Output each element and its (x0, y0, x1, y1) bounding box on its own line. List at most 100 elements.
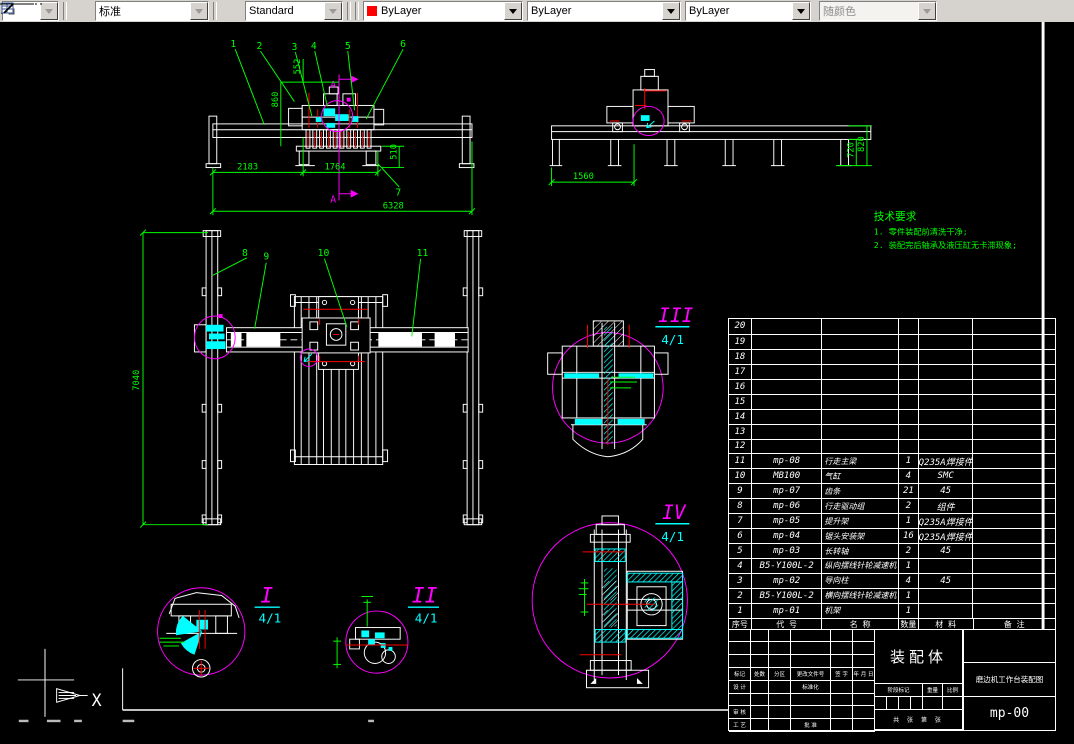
sheet-count-label: 共 张 第 张 (875, 710, 963, 730)
dim-style-dropdown[interactable]: 标准 (95, 1, 209, 21)
revision-cell (791, 655, 831, 668)
bom-cell-name (822, 378, 899, 394)
revision-cell (769, 642, 791, 656)
revision-cell (853, 655, 875, 668)
bom-cell-remark (973, 558, 1055, 573)
command-line-fragments (18, 719, 374, 723)
linetype-dropdown[interactable]: ByLayer (0, 1, 681, 21)
bom-cell-qty (898, 333, 919, 349)
bom-cell-material (918, 393, 974, 409)
bom-cell-code: mp-01 (751, 602, 823, 618)
front-elevation-view (205, 86, 475, 169)
linetype-dropdown-arrow[interactable] (662, 2, 680, 20)
svg-text:860: 860 (271, 92, 281, 108)
bom-cell-remark (973, 363, 1055, 379)
bom-cell-material (918, 602, 974, 618)
revision-cell (831, 680, 853, 694)
crosshair-cursor[interactable] (17, 648, 75, 717)
side-elevation-view (549, 69, 872, 167)
bom-parts-table: 20 19 18 17 16 15 14 13 12 11 mp-08 行走主梁 1 Q235A焊接件 10… (728, 318, 1056, 631)
bom-cell-no: 18 (729, 348, 752, 364)
bom-row: 4 B5-Y100L-2 纵向摆线针轮减速机 1 (729, 558, 1055, 573)
bom-cell-code (752, 319, 823, 334)
bom-cell-qty (899, 319, 919, 334)
bom-cell-remark (973, 378, 1055, 394)
bom-cell-remark (973, 423, 1055, 439)
bom-cell-remark (973, 348, 1055, 364)
dim-style-button[interactable] (1, 2, 92, 20)
bom-cell-qty: 1 (898, 602, 919, 618)
revision-cell (751, 693, 769, 707)
bom-cell-no: 20 (729, 319, 752, 334)
unnamed-dropdown-arrow[interactable] (40, 2, 58, 20)
svg-text:4: 4 (311, 41, 317, 52)
bom-cell-material (918, 558, 974, 573)
bom-cell-no: 9 (729, 483, 752, 499)
bom-cell-remark (973, 468, 1055, 483)
revision-cell (831, 655, 853, 668)
bom-cell-remark (973, 528, 1055, 543)
color-dropdown-arrow[interactable] (504, 2, 522, 20)
bom-cell-name (822, 333, 899, 349)
bom-row: 14 (729, 408, 1055, 424)
bom-cell-material (918, 378, 974, 394)
bom-cell-name: 气缸 (822, 468, 899, 484)
bom-cell-name (822, 319, 899, 334)
bom-cell-material (918, 348, 974, 364)
svg-text:8: 8 (242, 248, 248, 259)
bom-cell-qty: 16 (898, 528, 919, 544)
revision-cell (853, 629, 875, 643)
bom-row: 5 mp-03 长转轴 2 45 (729, 543, 1055, 558)
bom-cell-material: Q235A焊接件 (918, 528, 974, 544)
bom-cell-material (918, 423, 974, 439)
bom-cell-name: 行走主梁 (822, 453, 899, 469)
bom-cell-no: 4 (729, 558, 752, 573)
revision-cell (791, 629, 831, 643)
revision-cell: 年 月 日 (853, 667, 875, 681)
bom-cell-code (751, 438, 823, 454)
bom-cell-name (822, 438, 899, 454)
revision-cell: 审 核 (729, 706, 751, 720)
material-mark-cell (964, 630, 1055, 663)
scale-label: 比例 (943, 684, 963, 697)
bom-cell-material: 45 (918, 543, 974, 558)
revision-cell (853, 693, 875, 707)
bom-row: 16 (729, 378, 1055, 394)
text-style-button[interactable] (1, 2, 242, 20)
detail-IV-label: IV (662, 501, 687, 524)
drawing-viewport[interactable]: A A 1 2 3 4 5 6 7 552 860 510 2183 1764 … (0, 22, 1074, 744)
bom-cell-material: SMC (918, 468, 974, 484)
text-style-dropdown-arrow[interactable] (324, 2, 342, 20)
bom-row: 10 MB100 气缸 4 SMC (729, 468, 1055, 484)
revision-cell (769, 706, 791, 720)
bom-cell-code: mp-04 (751, 528, 823, 544)
revision-cell (769, 719, 791, 732)
technical-requirements: 技术要求 1. 零件装配前清洗干净; 2. 装配完后轴承及液压缸无卡滞现象; (874, 210, 1017, 250)
lineweight-dropdown-arrow[interactable] (792, 2, 810, 20)
bom-cell-code: mp-02 (751, 572, 823, 588)
revision-cell (831, 719, 853, 732)
toolbar-separator (63, 2, 67, 20)
bom-cell-name (822, 423, 899, 439)
bom-row: 20 (729, 319, 1055, 334)
bom-cell-qty: 4 (898, 572, 919, 588)
bom-cell-no: 14 (729, 408, 752, 424)
bom-row: 12 (729, 438, 1055, 454)
revision-cell (831, 629, 853, 643)
revision-cell (769, 693, 791, 707)
assembly-title: 装配体 (875, 629, 963, 684)
lineweight-dropdown[interactable]: ByLayer (0, 1, 811, 21)
bom-cell-material: Q235A焊接件 (918, 453, 974, 469)
bom-cell-no: 10 (729, 468, 752, 484)
bom-cell-name (822, 348, 899, 364)
revision-cell: 处数 (751, 667, 769, 681)
bom-cell-qty: 1 (898, 453, 919, 469)
bom-row: 13 (729, 423, 1055, 439)
bom-rows: 20 19 18 17 16 15 14 13 12 11 mp-08 行走主梁 1 Q235A焊接件 10… (729, 319, 1055, 618)
text-style-dropdown[interactable]: Standard (245, 1, 343, 21)
bom-cell-qty: 1 (898, 558, 919, 573)
color-dropdown[interactable]: ByLayer (363, 1, 523, 21)
dim-style-dropdown-arrow[interactable] (190, 2, 208, 20)
bom-cell-code: MB100 (751, 468, 823, 484)
toolbar-separator (355, 2, 359, 20)
